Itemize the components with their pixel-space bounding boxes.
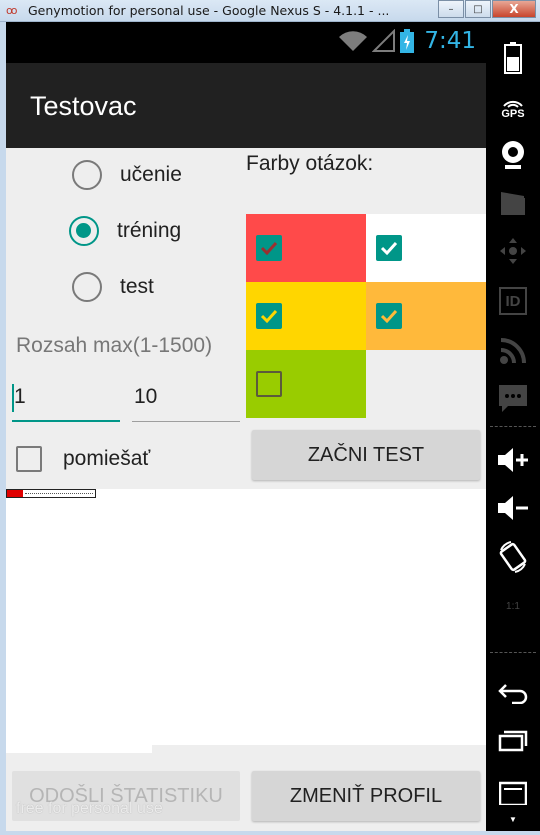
watermark: free for personal use <box>16 800 163 817</box>
battery-icon[interactable] <box>486 40 540 76</box>
color-checkbox[interactable] <box>256 303 282 329</box>
window-controls: – □ X <box>437 0 536 18</box>
check-icon <box>260 309 278 324</box>
range-from-value: 1 <box>14 385 26 408</box>
wifi-icon <box>339 31 368 51</box>
scale-icon: 1:1 <box>486 588 540 624</box>
radio-circle[interactable] <box>72 272 102 302</box>
gps-icon[interactable]: GPS <box>486 92 540 124</box>
scroll-down-icon[interactable]: ▼ <box>486 812 540 826</box>
radio-label: tréning <box>117 219 182 242</box>
sms-icon <box>486 382 540 416</box>
radio-circle[interactable] <box>69 216 99 246</box>
dpad-icon <box>486 234 540 268</box>
check-icon <box>380 241 398 256</box>
change-profile-button[interactable]: ZMENIŤ PROFIL <box>252 771 480 821</box>
close-button[interactable]: X <box>492 0 536 18</box>
color-checkbox[interactable] <box>256 371 282 397</box>
volume-up-icon[interactable] <box>486 442 540 478</box>
genymotion-sidebar: GPS ID 1:1 ▼ <box>486 22 540 831</box>
recent-apps-icon[interactable] <box>486 726 540 756</box>
radio-test[interactable]: test <box>72 272 154 302</box>
back-icon[interactable] <box>486 678 540 708</box>
range-from-input[interactable]: 1 <box>12 382 120 422</box>
sidebar-divider <box>490 652 536 653</box>
shuffle-checkbox[interactable]: pomiešať <box>16 446 150 472</box>
menu-icon[interactable] <box>486 778 540 808</box>
progress-track <box>25 493 93 494</box>
app-title: Testovac <box>30 91 137 121</box>
window-titlebar: oo Genymotion for personal use - Google … <box>0 0 540 22</box>
rotate-icon[interactable] <box>486 538 540 576</box>
genymotion-logo-icon: oo <box>6 4 18 17</box>
battery-icon <box>400 29 415 53</box>
android-screen: 7:41 Testovac učenie tréning test Rozsah… <box>6 22 486 831</box>
radio-label: test <box>120 275 154 298</box>
id-label: ID <box>499 287 527 315</box>
color-cell <box>246 214 366 282</box>
gps-label: GPS <box>501 108 525 120</box>
statistics-area <box>6 489 486 745</box>
check-icon <box>380 309 398 324</box>
color-cell <box>366 214 486 282</box>
color-cell <box>246 350 366 418</box>
statistics-area <box>6 745 152 753</box>
color-checkbox[interactable] <box>376 235 402 261</box>
webcam-icon[interactable] <box>486 138 540 172</box>
colors-label: Farby otázok: <box>246 152 374 175</box>
color-checkbox[interactable] <box>256 235 282 261</box>
color-cell <box>246 282 366 350</box>
status-bar: 7:41 <box>6 22 486 63</box>
radio-label: učenie <box>120 163 182 186</box>
window-border <box>0 831 540 835</box>
progress-fill <box>7 490 23 497</box>
video-icon <box>486 186 540 220</box>
radio-trening[interactable]: tréning <box>69 216 181 246</box>
check-icon <box>260 241 278 256</box>
range-to-input[interactable]: 10 <box>132 382 240 422</box>
window-title: Genymotion for personal use - Google Nex… <box>28 3 390 18</box>
volume-down-icon[interactable] <box>486 490 540 526</box>
id-icon: ID <box>486 284 540 318</box>
minimize-button[interactable]: – <box>438 0 464 18</box>
range-to-value: 10 <box>134 385 158 408</box>
shuffle-label: pomiešať <box>63 447 151 470</box>
color-checkbox[interactable] <box>376 303 402 329</box>
sidebar-divider <box>490 426 536 427</box>
clock: 7:41 <box>424 28 476 54</box>
range-label: Rozsah max(1-1500) <box>16 334 213 357</box>
rss-icon <box>486 334 540 368</box>
maximize-button[interactable]: □ <box>465 0 491 18</box>
progress-bar <box>6 489 96 498</box>
color-cell <box>366 282 486 350</box>
signal-icon <box>372 29 396 52</box>
radio-ucenie[interactable]: učenie <box>72 160 182 190</box>
radio-circle[interactable] <box>72 160 102 190</box>
checkbox-box[interactable] <box>16 446 42 472</box>
action-bar: Testovac <box>6 63 486 148</box>
scale-label: 1:1 <box>506 600 520 612</box>
start-test-button[interactable]: ZAČNI TEST <box>252 430 480 480</box>
